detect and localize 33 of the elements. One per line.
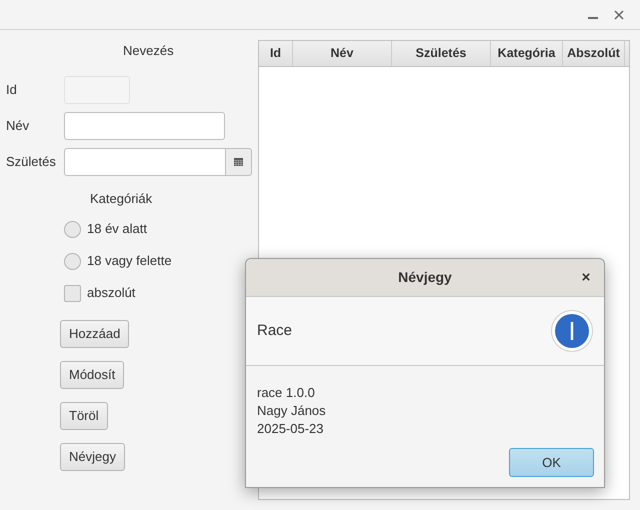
option-label: abszolút bbox=[87, 284, 136, 302]
action-button[interactable]: Töröl bbox=[60, 402, 108, 430]
date-field[interactable] bbox=[64, 148, 226, 176]
field-label: Születés bbox=[5, 153, 57, 172]
radio-button[interactable] bbox=[64, 220, 81, 238]
dialog-text: 2025-05-23 bbox=[257, 420, 324, 438]
action-button[interactable]: Névjegy bbox=[60, 443, 125, 471]
dialog-text: Nagy János bbox=[257, 402, 327, 420]
action-button[interactable]: Hozzáad bbox=[60, 320, 130, 348]
action-button[interactable]: Módosít bbox=[60, 361, 124, 389]
checkbox[interactable] bbox=[64, 284, 81, 302]
dialog-text: race 1.0.0 bbox=[257, 384, 316, 402]
categories-title: Kategóriák bbox=[90, 190, 154, 207]
dialog-header: Race bbox=[257, 320, 292, 341]
text-field[interactable] bbox=[64, 112, 225, 140]
radio-button[interactable] bbox=[64, 252, 81, 270]
column-header[interactable]: Név bbox=[293, 41, 392, 66]
column-header[interactable]: Abszolút bbox=[563, 41, 625, 66]
calendar-icon bbox=[234, 158, 243, 166]
calendar-button[interactable] bbox=[226, 148, 252, 176]
column-header[interactable]: Kategória bbox=[491, 41, 563, 66]
close-button[interactable]: × bbox=[578, 269, 594, 285]
column-header[interactable]: Id bbox=[259, 41, 293, 66]
dialog-title: Névjegy bbox=[398, 268, 452, 287]
info-icon bbox=[551, 310, 593, 352]
column-header[interactable]: Születés bbox=[392, 41, 491, 66]
form-title: Nevezés bbox=[123, 42, 175, 59]
field-label: Név bbox=[5, 117, 30, 136]
ok-button[interactable]: OK bbox=[509, 448, 594, 477]
option-label: 18 vagy felette bbox=[87, 252, 172, 270]
option-label: 18 év alatt bbox=[87, 220, 147, 238]
close-icon[interactable] bbox=[614, 10, 624, 20]
field-label: Id bbox=[5, 81, 18, 100]
